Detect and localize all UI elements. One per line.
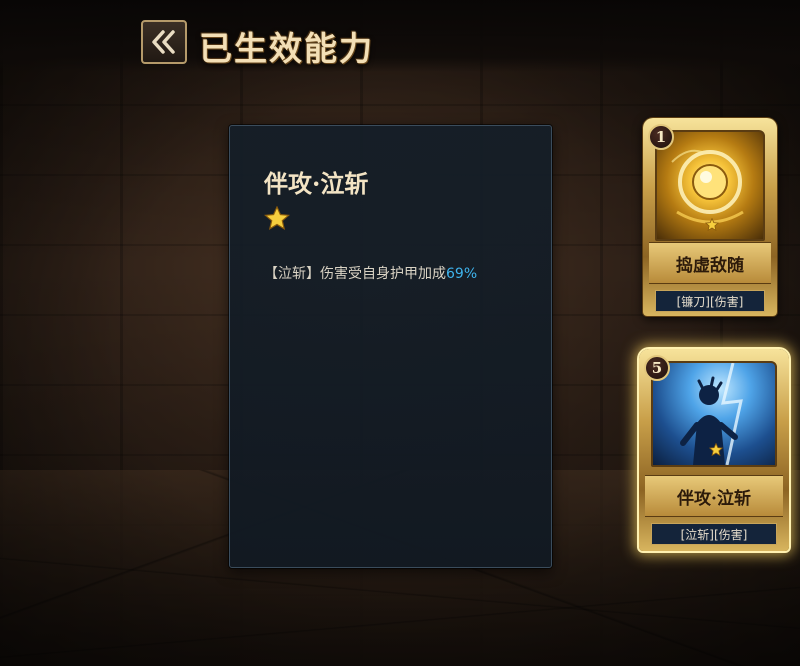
- card-art: [651, 361, 777, 467]
- card-name: 捣虚敌随: [676, 255, 744, 276]
- card-name-plate: 捣虚敌随: [649, 242, 771, 284]
- header-bar: 已生效能力: [0, 0, 800, 72]
- ability-description: 【泣斩】伤害受自身护甲加成69%: [264, 263, 477, 283]
- card-tags: [镰刀][伤害]: [655, 290, 765, 312]
- star-icon: [264, 206, 290, 230]
- card-art: [655, 130, 765, 241]
- mini-star-icon: [709, 443, 723, 456]
- card-cost-badge: 1: [648, 124, 674, 150]
- double-chevron-left-icon: [152, 30, 175, 54]
- card-tags: [泣斩][伤害]: [651, 523, 777, 545]
- ability-description-text: 【泣斩】伤害受自身护甲加成: [264, 266, 446, 282]
- ability-card-selected[interactable]: 5 伴攻·泣斩 [泣斩][伤害]: [639, 349, 789, 551]
- card-name-plate: 伴攻·泣斩: [645, 475, 783, 517]
- card-name: 伴攻·泣斩: [677, 488, 751, 509]
- ability-name: 伴攻·泣斩: [264, 169, 369, 198]
- mini-star-icon: [705, 218, 719, 231]
- ability-card[interactable]: 1 捣虚敌随 [镰刀][伤害]: [643, 118, 777, 316]
- ability-description-value: 69%: [446, 266, 478, 282]
- back-button[interactable]: [141, 20, 187, 64]
- card-cost-badge: 5: [644, 355, 670, 381]
- page-title: 已生效能力: [199, 29, 374, 68]
- ability-detail-panel: 伴攻·泣斩 【泣斩】伤害受自身护甲加成69%: [229, 125, 552, 568]
